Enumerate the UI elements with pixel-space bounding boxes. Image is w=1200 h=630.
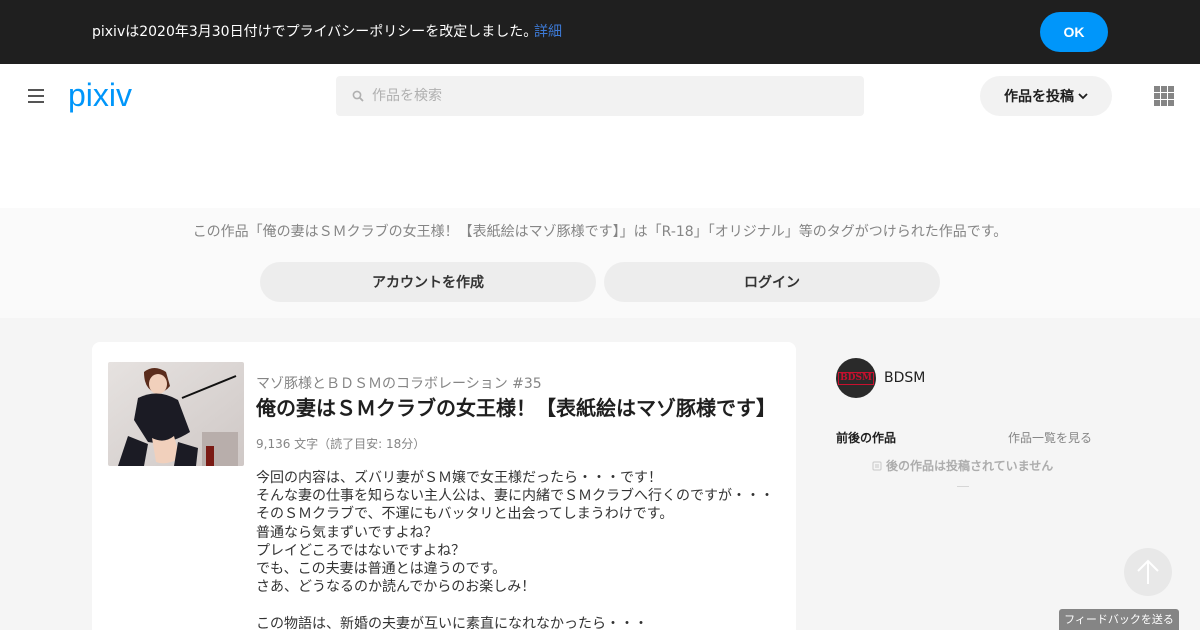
- description-line: 今回の内容は、ズバリ妻がＳＭ嬢で女王様だったら・・・です！: [256, 470, 662, 486]
- description-line: そのＳＭクラブで、不運にもバッタリと出会ってしまうわけです。: [256, 506, 674, 523]
- no-next-work-notice: 後の作品は投稿されていません: [872, 458, 1053, 474]
- series-title[interactable]: マゾ豚様とＢＤＳＭのコラボレーション #35: [256, 374, 542, 394]
- description-line: そんな妻の仕事を知らない主人公は、妻に内緒でＳＭクラブへ行くのですが・・・: [256, 488, 774, 505]
- privacy-ok-button[interactable]: OK: [1040, 12, 1108, 52]
- tag-notice: この作品「俺の妻はＳＭクラブの女王様！【表紙絵はマゾ豚様です】」は「R-18」「…: [192, 224, 1008, 240]
- search-icon: [352, 90, 364, 102]
- description-line: [256, 596, 786, 614]
- post-work-label: 作品を投稿: [1004, 89, 1074, 105]
- no-next-text: 後の作品は投稿されていません: [886, 459, 1054, 473]
- work-list-link[interactable]: 作品一覧を見る: [1008, 430, 1092, 446]
- scroll-to-top-button[interactable]: [1124, 548, 1172, 596]
- description-line: でも、この夫妻は普通とは違うのです。: [256, 560, 507, 577]
- login-button[interactable]: ログイン: [604, 262, 940, 302]
- svg-text:pixiv: pixiv: [68, 77, 132, 113]
- divider: [957, 486, 969, 487]
- prev-next-heading: 前後の作品: [836, 431, 897, 445]
- privacy-message: pixivは2020年3月30日付けでプライバシーポリシーを改定しました。: [92, 24, 538, 40]
- author-avatar[interactable]: BDSM: [836, 358, 876, 398]
- search-input[interactable]: [372, 76, 852, 116]
- create-account-button[interactable]: アカウントを作成: [260, 262, 596, 302]
- author-name[interactable]: BDSM: [884, 368, 925, 388]
- search-bar[interactable]: [336, 76, 864, 116]
- cover-image[interactable]: [108, 362, 244, 466]
- description-line: さあ、どうなるのか読んでからのお楽しみ！: [256, 579, 536, 596]
- description-line: プレイどころではないですよね？: [256, 542, 466, 559]
- description-line: 普通なら気まずいですよね？: [256, 524, 438, 541]
- privacy-banner: pixivは2020年3月30日付けでプライバシーポリシーを改定しました。 詳細…: [0, 0, 1200, 64]
- privacy-details-link[interactable]: 詳細: [534, 22, 562, 42]
- feedback-button[interactable]: フィードバックを送る: [1059, 609, 1179, 630]
- post-work-button[interactable]: 作品を投稿: [980, 76, 1112, 116]
- chevron-down-icon: [1078, 93, 1088, 100]
- apps-grid-icon[interactable]: [1154, 86, 1174, 106]
- work-description: 今回の内容は、ズバリ妻がＳＭ嬢で女王様だったら・・・です！ そんな妻の仕事を知ら…: [256, 469, 786, 630]
- document-icon: [872, 461, 882, 471]
- work-title: 俺の妻はＳＭクラブの女王様！【表紙絵はマゾ豚様です】: [256, 396, 776, 420]
- word-count: 9,136 文字（読了目安: 18分）: [256, 437, 426, 451]
- hamburger-menu-icon[interactable]: [28, 89, 44, 103]
- arrow-up-icon: [1137, 559, 1159, 584]
- avatar-logo-text: BDSM: [838, 371, 874, 385]
- login-promo: この作品「俺の妻はＳＭクラブの女王様！【表紙絵はマゾ豚様です】」は「R-18」「…: [0, 208, 1200, 318]
- work-card: マゾ豚様とＢＤＳＭのコラボレーション #35 俺の妻はＳＭクラブの女王様！【表紙…: [92, 342, 796, 630]
- site-header: pixiv 作品を投稿: [0, 64, 1200, 208]
- description-line: この物語は、新婚の夫妻が互いに素直になれなかったら・・・: [256, 615, 648, 630]
- pixiv-logo[interactable]: pixiv: [68, 76, 152, 116]
